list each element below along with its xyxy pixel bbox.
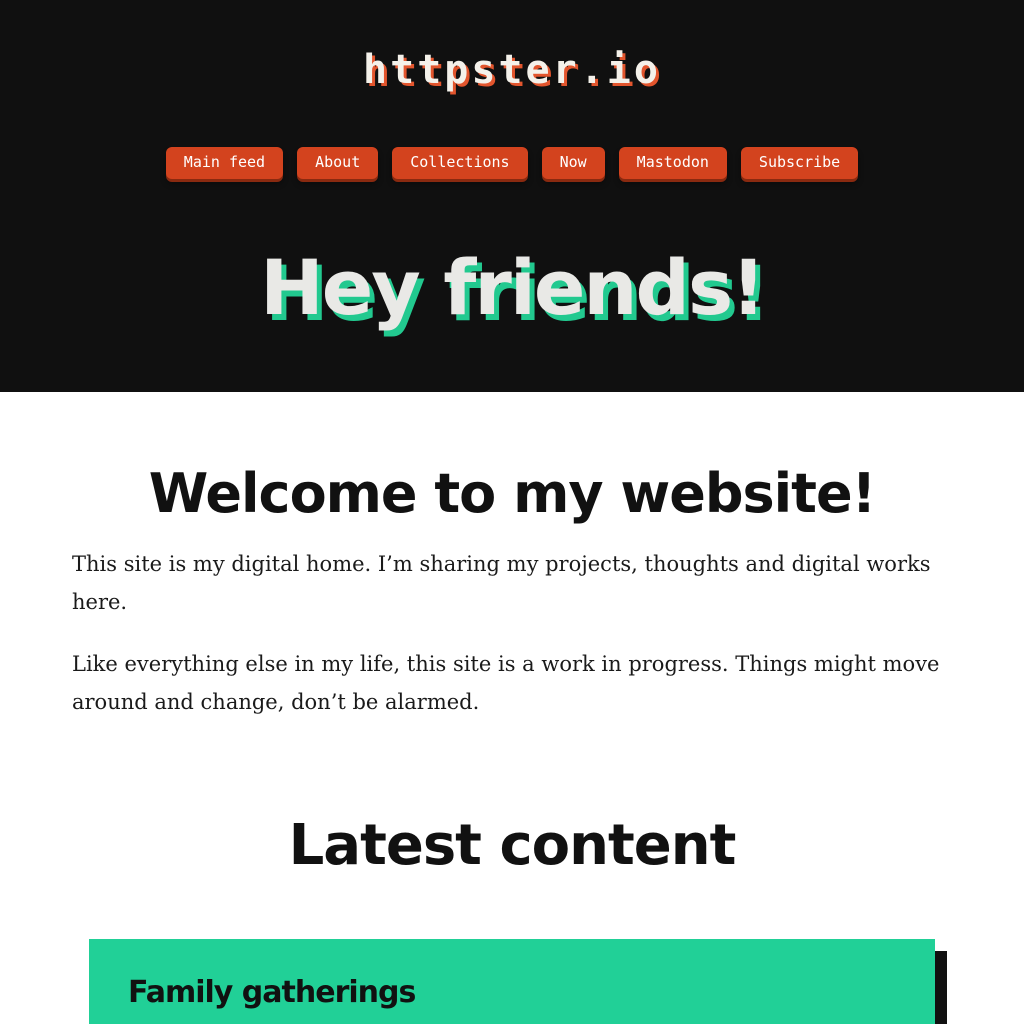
site-header: httpster.io Main feed About Collections … [0,0,1024,392]
nav-collections-button[interactable]: Collections [392,147,528,179]
main-nav: Main feed About Collections Now Mastodon… [0,147,1024,179]
latest-content-heading: Latest content [288,813,737,878]
nav-main-feed-button[interactable]: Main feed [165,147,284,179]
nav-subscribe-button[interactable]: Subscribe [740,147,859,179]
nav-mastodon-button[interactable]: Mastodon [618,147,727,179]
card-title[interactable]: Family gatherings [128,973,416,1013]
content-card[interactable]: Family gatherings [89,939,935,1024]
welcome-heading: Welcome to my website! [148,462,876,525]
nav-about-button[interactable]: About [297,147,379,179]
hero-heading: Hey friends! [260,243,766,332]
site-title[interactable]: httpster.io [0,42,1024,98]
progress-paragraph: Like everything else in my life, this si… [72,652,940,714]
intro-paragraph: This site is my digital home. I’m sharin… [72,552,931,614]
nav-now-button[interactable]: Now [541,147,605,179]
